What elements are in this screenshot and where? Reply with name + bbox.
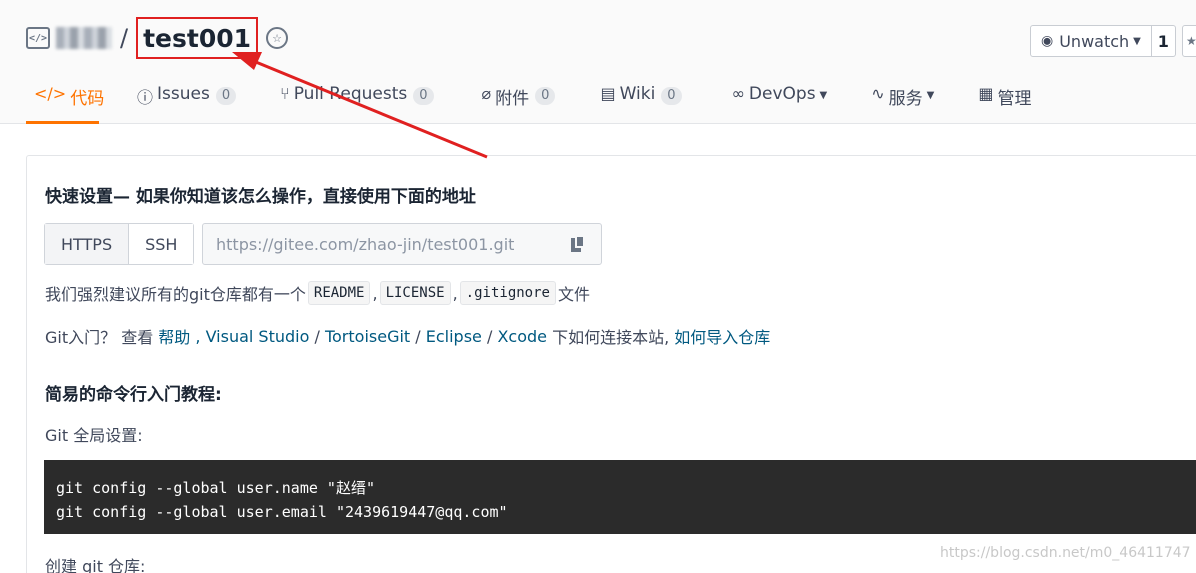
eclipse-link[interactable]: Eclipse [426, 327, 482, 346]
tab-label: 代码 [70, 89, 105, 109]
tab-pull-requests[interactable]: ⑂ Pull Requests 0 [280, 78, 434, 124]
chevron-down-icon: ▼ [926, 90, 935, 101]
watch-count[interactable]: 1 [1151, 25, 1176, 57]
gitignore-chip[interactable]: .gitignore [459, 281, 556, 305]
sep: / [481, 326, 498, 346]
tab-label: 服务 [888, 89, 923, 109]
recommend-badge-icon[interactable]: ☆ [266, 27, 289, 49]
comma: , [452, 283, 458, 303]
clone-url-field[interactable]: https://gitee.com/zhao-jin/test001.git [202, 223, 602, 265]
tab-count: 0 [661, 87, 682, 105]
owner-name-blurred[interactable] [56, 27, 112, 49]
watermark: https://blog.csdn.net/m0_46411747 [940, 545, 1191, 561]
tab-manage[interactable]: ▦ 管理 [978, 78, 1031, 124]
tab-wiki[interactable]: ▤ Wiki 0 [600, 78, 682, 124]
help-link[interactable]: 帮助 [158, 324, 190, 348]
readme-chip[interactable]: README [307, 281, 371, 305]
code-repo-icon: </> [26, 27, 50, 49]
watch-control: ◉ Unwatch ▼ 1 [1030, 25, 1176, 57]
tab-label: 管理 [997, 89, 1032, 109]
tab-count: 0 [215, 87, 237, 105]
paperclip-icon: ⌀ [481, 84, 492, 103]
tab-count: 0 [413, 87, 434, 105]
sep: / [410, 326, 426, 346]
chevron-down-icon: ▼ [1133, 35, 1141, 47]
git-intro-line: Git入门？ 查看 帮助 , Visual Studio / TortoiseG… [45, 324, 770, 348]
tutorial-title: 简易的命令行入门教程: [45, 385, 222, 405]
tab-count: 0 [535, 87, 556, 105]
ssh-button[interactable]: SSH [128, 224, 194, 264]
tab-label: DevOps [748, 84, 816, 104]
eye-icon: ◉ [1041, 33, 1054, 49]
recommend-prefix: 我们强烈建议所有的git仓库都有一个 [45, 285, 306, 304]
book-icon: ▤ [600, 84, 616, 103]
license-chip[interactable]: LICENSE [379, 281, 451, 305]
repo-title-line: </> / test001 ☆ [26, 16, 289, 60]
code-icon: </> [34, 84, 67, 103]
chevron-down-icon: ▼ [819, 90, 828, 101]
import-repo-link[interactable]: 如何导入仓库 [674, 324, 770, 348]
tortoisegit-link[interactable]: TortoiseGit [325, 327, 410, 346]
pull-request-icon: ⑂ [280, 84, 290, 103]
tab-attachments[interactable]: ⌀ 附件 0 [482, 78, 556, 124]
infinity-icon: ∞ [731, 84, 745, 103]
clipboard-icon: ▦ [978, 84, 994, 103]
repo-header: </> / test001 ☆ ◉ Unwatch ▼ 1 ★ </> 代码 ⓘ… [0, 0, 1196, 124]
tab-code[interactable]: </> 代码 [26, 78, 104, 124]
tab-services[interactable]: ∿ 服务 ▼ [871, 78, 934, 124]
tab-label: 附件 [495, 89, 530, 109]
git-intro-prefix: Git入门？ 查看 [45, 328, 159, 347]
copy-icon[interactable] [571, 235, 585, 252]
command-line: git config --global user.name "赵缙" [56, 479, 375, 497]
tab-issues[interactable]: ⓘ Issues 0 [137, 78, 237, 124]
xcode-link[interactable]: Xcode [497, 327, 547, 346]
quick-setup-title: 快速设置— 如果你知道该怎么操作，直接使用下面的地址 [45, 187, 476, 207]
path-separator: / [120, 24, 129, 52]
visual-studio-link[interactable]: Visual Studio [206, 327, 310, 346]
tab-label: Issues [157, 84, 210, 104]
sep: , [190, 326, 206, 346]
clone-url: https://gitee.com/zhao-jin/test001.git [216, 234, 515, 254]
command-line: git config --global user.email "24396194… [56, 503, 508, 521]
tab-label: Pull Requests [293, 84, 408, 104]
unwatch-label: Unwatch [1059, 31, 1130, 51]
tab-label: Wiki [619, 84, 656, 104]
star-icon: ★ [1186, 34, 1196, 48]
https-button[interactable]: HTTPS [45, 224, 129, 264]
git-intro-mid: 下如何连接本站, [547, 328, 675, 347]
star-button[interactable]: ★ [1182, 25, 1196, 57]
sep: / [309, 326, 325, 346]
comma: , [372, 283, 378, 303]
recommend-files-line: 我们强烈建议所有的git仓库都有一个 README , LICENSE , .g… [45, 278, 590, 308]
pulse-icon: ∿ [871, 84, 885, 103]
quick-setup-panel: 快速设置— 如果你知道该怎么操作，直接使用下面的地址 HTTPS SSH htt… [26, 155, 1196, 573]
info-circle-icon: ⓘ [137, 88, 154, 107]
create-repo-label: 创建 git 仓库: [45, 557, 146, 573]
command-block[interactable]: git config --global user.name "赵缙" git c… [44, 460, 1196, 534]
unwatch-button[interactable]: ◉ Unwatch ▼ [1030, 25, 1152, 57]
tab-devops[interactable]: ∞ DevOps ▼ [732, 78, 828, 124]
protocol-switch: HTTPS SSH [44, 223, 195, 265]
repo-name[interactable]: test001 [136, 17, 259, 59]
recommend-suffix: 文件 [557, 285, 590, 304]
global-setup-label: Git 全局设置: [45, 426, 143, 445]
repo-tabs: </> 代码 ⓘ Issues 0 ⑂ Pull Requests 0 ⌀ 附件… [26, 78, 1031, 124]
